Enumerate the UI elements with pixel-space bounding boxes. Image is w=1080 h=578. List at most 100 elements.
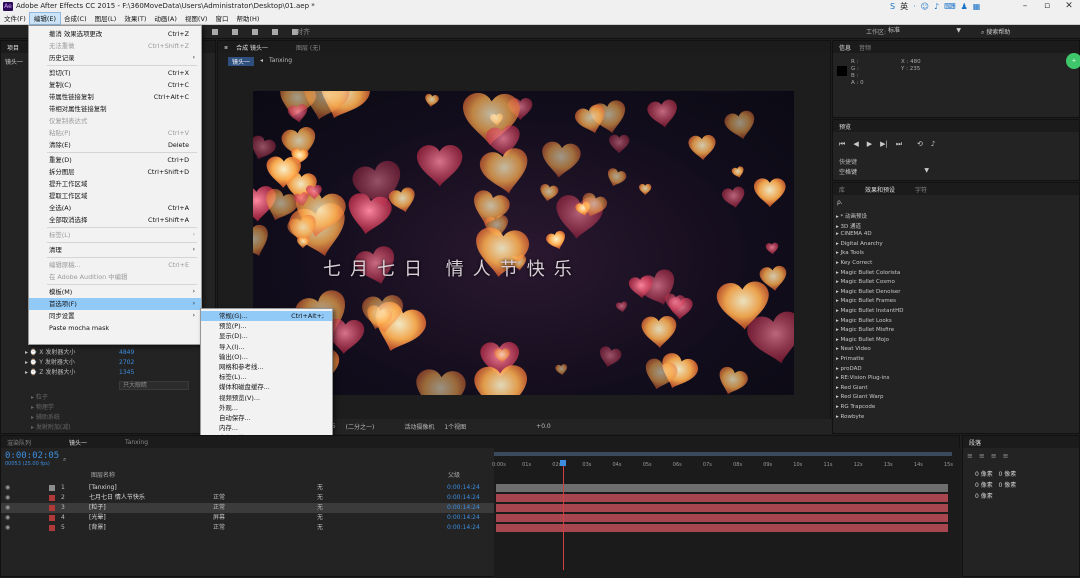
mic-icon[interactable]: ♪ — [934, 2, 939, 11]
edit-menu-item[interactable]: 清理 › — [29, 244, 201, 256]
prefs-menu-item[interactable]: 网格和参考线... — [201, 362, 332, 372]
indent-left[interactable]: 0 像素 — [975, 471, 993, 478]
minimize-icon[interactable]: – — [1014, 0, 1036, 13]
exposure-value[interactable]: +0.0 — [536, 423, 551, 430]
menu-0[interactable]: 文件(F) — [0, 13, 30, 24]
visibility-eye-icon[interactable]: ◉ — [5, 493, 10, 503]
edit-menu-item[interactable]: 仅复制表达式 — [29, 115, 201, 127]
timeline-layer-row[interactable]: ◉ 2 七月七日 情人节快乐 正常 无 0:00:14:24 — [1, 493, 494, 503]
effect-category[interactable]: ▸ Magic Bullet Looks — [836, 318, 892, 324]
timeline-layer-row[interactable]: ◉ 3 [粒子] 正常 无 0:00:14:24 — [1, 503, 494, 513]
edit-menu-item[interactable]: 剪切(T) Ctrl+X — [29, 67, 201, 79]
space-after[interactable]: 0 像素 — [975, 493, 993, 500]
breadcrumb-comp[interactable]: 镜头一 — [228, 57, 255, 66]
blend-mode[interactable]: 正常 — [213, 503, 225, 513]
visibility-eye-icon[interactable]: ◉ — [5, 503, 10, 513]
effect-category[interactable]: ▸ Magic Bullet Colorista — [836, 270, 900, 276]
tab-libraries[interactable]: 库 — [839, 185, 845, 194]
effect-category[interactable]: ▸ Key Correct — [836, 260, 872, 266]
timeline-search-icon[interactable]: ⌕ — [63, 456, 66, 464]
prop-value[interactable]: 2702 — [119, 358, 134, 367]
layer-name[interactable]: [背景] — [89, 523, 106, 533]
current-timecode[interactable]: 0:00:02:05 — [5, 451, 59, 461]
indent-right[interactable]: 0 像素 — [998, 471, 1016, 478]
edit-menu-item[interactable]: 撤消 效果选项更改 Ctrl+Z — [29, 28, 201, 40]
prev-frame-icon[interactable]: ◀ — [853, 140, 858, 149]
effect-category[interactable]: ▸ Primatte — [836, 356, 864, 362]
play-icon[interactable]: ▶ — [867, 140, 872, 149]
close-icon[interactable]: ✕ — [1058, 0, 1080, 13]
visibility-eye-icon[interactable]: ◉ — [5, 483, 10, 493]
tab-render-queue[interactable]: 渲染队列 — [7, 438, 31, 447]
effects-search-input[interactable]: ρ. — [837, 199, 1075, 208]
effect-category[interactable]: ▸ Rowbyte — [836, 414, 864, 420]
layer-duration[interactable]: 0:00:14:24 — [447, 513, 480, 523]
menu-5[interactable]: 动画(A) — [150, 13, 181, 24]
tab-preview[interactable]: 预览 — [839, 122, 851, 131]
lock-icon[interactable]: ▪ — [224, 44, 228, 51]
sub-item[interactable]: ▸ 粒子 — [31, 392, 48, 401]
timeline-layer-row[interactable]: ◉ 1 [Tanxing] 无 0:00:14:24 — [1, 483, 494, 493]
edit-menu-item[interactable]: 在 Adobe Audition 中编辑 — [29, 271, 201, 283]
edit-menu-item[interactable]: 历史记录 › — [29, 52, 201, 64]
edit-menu-item[interactable]: 带属性链接复制 Ctrl+Alt+C — [29, 91, 201, 103]
effect-category[interactable]: ▸ Magic Bullet Frames — [836, 298, 896, 304]
effect-category[interactable]: ▸ Digital Anarchy — [836, 241, 883, 247]
sub-item[interactable]: ▸ 辅助系统 — [31, 412, 60, 421]
shortcut-dropdown[interactable]: 空格键 ▼ — [839, 167, 929, 176]
maximize-icon[interactable]: ▫ — [1036, 0, 1058, 13]
tab-character[interactable]: 字符 — [915, 185, 927, 194]
edit-menu-item[interactable]: 同步设置 › — [29, 310, 201, 322]
justify-icon[interactable]: ≡ — [1003, 452, 1009, 460]
prefs-menu-item[interactable]: 自动保存... — [201, 413, 332, 423]
tab-project[interactable]: 项目 — [7, 43, 19, 52]
emoji-icon[interactable]: ☺ — [921, 2, 929, 11]
label-color-swatch[interactable] — [49, 505, 55, 511]
last-frame-icon[interactable]: ⏭ — [896, 140, 902, 149]
work-area-bar[interactable] — [494, 452, 952, 456]
prefs-menu-item[interactable]: 媒体和磁盘缓存... — [201, 382, 332, 392]
effect-category[interactable]: ▸ Magic Bullet Mojo — [836, 337, 889, 343]
space-before[interactable]: 0 像素 — [975, 482, 993, 489]
menu-4[interactable]: 效果(T) — [120, 13, 150, 24]
keyboard-icon[interactable]: ⌨ — [944, 2, 956, 11]
prefs-menu-item[interactable]: 输出(O)... — [201, 352, 332, 362]
tab-info[interactable]: 信息 — [839, 43, 851, 52]
resolution-dropdown[interactable]: (二分之一) — [346, 422, 375, 431]
edit-menu-item[interactable]: 模板(M) › — [29, 286, 201, 298]
prop-value[interactable]: 1345 — [119, 368, 134, 377]
first-line[interactable]: 0 像素 — [998, 482, 1016, 489]
align-center-icon[interactable]: ≡ — [979, 452, 985, 460]
effect-category[interactable]: ▸ Neat Video — [836, 346, 871, 352]
align-left-icon[interactable]: ≡ — [967, 452, 973, 460]
edit-menu-item[interactable]: 全选(A) Ctrl+A — [29, 202, 201, 214]
tab-paragraph[interactable]: 段落 — [969, 438, 981, 447]
effect-category[interactable]: ▸ 3D 通道 — [836, 222, 861, 230]
composition-viewer[interactable] — [253, 91, 794, 395]
effect-category[interactable]: ▸ * 动画预设 — [836, 212, 867, 220]
layer-duration[interactable]: 0:00:14:24 — [447, 483, 480, 493]
audio-icon[interactable]: ♪ — [931, 140, 935, 148]
blend-mode[interactable]: 正常 — [213, 493, 225, 503]
label-color-swatch[interactable] — [49, 485, 55, 491]
label-color-swatch[interactable] — [49, 495, 55, 501]
tools-icon[interactable]: ▦ — [973, 2, 981, 11]
blend-mode[interactable]: 正常 — [213, 523, 225, 533]
effect-category[interactable]: ▸ Magic Bullet Misfire — [836, 327, 894, 333]
edit-menu-item[interactable]: 拆分图层 Ctrl+Shift+D — [29, 166, 201, 178]
effect-category[interactable]: ▸ Red Giant Warp — [836, 394, 883, 400]
parent-value[interactable]: 无 — [317, 513, 323, 523]
effect-category[interactable]: ▸ CINEMA 4D — [836, 231, 872, 237]
tool-icons[interactable] — [200, 25, 660, 39]
layer-duration[interactable]: 0:00:14:24 — [447, 503, 480, 513]
prefs-menu-item[interactable]: 显示(D)... — [201, 331, 332, 341]
tab-effects-presets[interactable]: 效果和预设 — [865, 185, 895, 194]
edit-menu-item[interactable]: 清除(E) Delete — [29, 139, 201, 151]
sub-item[interactable]: ▸ 物理学 — [31, 402, 54, 411]
tab-composition[interactable]: 合成 镜头一 — [236, 43, 268, 52]
first-frame-icon[interactable]: ⏮ — [839, 140, 845, 149]
prefs-menu-item[interactable]: 导入(I)... — [201, 342, 332, 352]
visibility-eye-icon[interactable]: ◉ — [5, 513, 10, 523]
effect-category[interactable]: ▸ proDAD — [836, 366, 862, 372]
parent-value[interactable]: 无 — [317, 503, 323, 513]
